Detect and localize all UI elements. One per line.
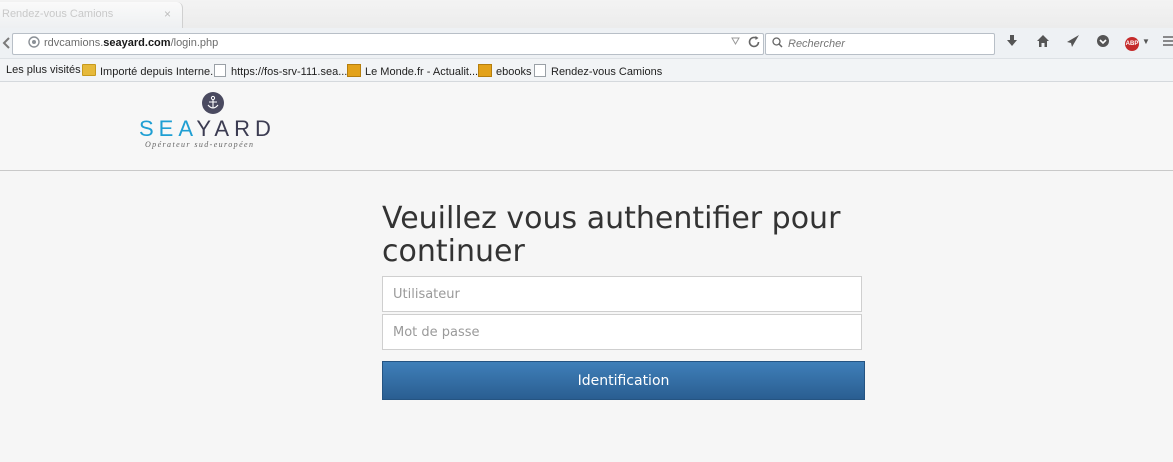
chevron-down-icon[interactable]: ▼ bbox=[1142, 37, 1150, 46]
anchor-emblem-icon bbox=[202, 92, 224, 114]
page-icon bbox=[534, 64, 546, 77]
navigation-bar: rdvcamions.seayard.com/login.php ABP ▼ bbox=[0, 28, 1173, 59]
url-domain: seayard.com bbox=[103, 37, 171, 49]
send-icon[interactable] bbox=[1066, 34, 1080, 52]
url-path: /login.php bbox=[170, 37, 219, 49]
url-history-dropdown-icon[interactable] bbox=[731, 37, 740, 48]
url-prefix: rdvcamions. bbox=[44, 37, 104, 49]
bookmark-fos-srv[interactable]: https://fos-srv-111.sea... bbox=[214, 64, 347, 79]
adblock-icon[interactable]: ABP bbox=[1125, 37, 1139, 51]
seayard-logo[interactable]: SEAYARD bbox=[139, 116, 276, 142]
url-bar[interactable]: rdvcamions.seayard.com/login.php bbox=[12, 33, 764, 55]
pocket-icon[interactable] bbox=[1096, 34, 1110, 52]
search-bar[interactable] bbox=[765, 33, 995, 55]
feed-icon bbox=[347, 64, 361, 77]
logo-sea: SEA bbox=[139, 116, 197, 141]
username-field[interactable] bbox=[382, 276, 862, 312]
search-input[interactable] bbox=[786, 35, 990, 53]
reload-icon[interactable] bbox=[748, 35, 761, 52]
bookmark-imported-folder[interactable]: Importé depuis Interne... bbox=[82, 64, 219, 79]
menu-icon[interactable] bbox=[1161, 34, 1173, 52]
site-header: SEAYARD Opérateur sud-européen bbox=[0, 82, 1173, 171]
home-icon[interactable] bbox=[1036, 34, 1050, 52]
folder-icon bbox=[82, 64, 96, 76]
bookmark-most-visited[interactable]: Les plus visités bbox=[6, 64, 81, 77]
url-text[interactable]: rdvcamions.seayard.com/login.php bbox=[44, 37, 218, 49]
tab-close-icon[interactable]: × bbox=[164, 7, 171, 21]
search-icon bbox=[772, 37, 783, 51]
page-icon bbox=[214, 64, 226, 77]
password-field[interactable] bbox=[382, 314, 862, 350]
page-content: SEAYARD Opérateur sud-européen Veuillez … bbox=[0, 82, 1173, 462]
logo-tagline: Opérateur sud-européen bbox=[145, 140, 255, 149]
bookmark-label: Importé depuis Interne... bbox=[100, 66, 220, 78]
bookmark-label: https://fos-srv-111.sea... bbox=[231, 66, 348, 78]
bookmark-label: Les plus visités bbox=[6, 64, 81, 76]
bookmark-label: Le Monde.fr - Actualit... bbox=[365, 66, 479, 78]
new-tab-button[interactable] bbox=[186, 4, 200, 22]
bookmark-ebooks[interactable]: ebooks bbox=[478, 64, 531, 79]
bookmark-rendez-vous-camions[interactable]: Rendez-vous Camions bbox=[534, 64, 662, 79]
bookmarks-bar: Les plus visités Importé depuis Interne.… bbox=[0, 59, 1173, 82]
site-info-icon[interactable] bbox=[28, 36, 40, 51]
bookmark-le-monde[interactable]: Le Monde.fr - Actualit... bbox=[347, 64, 478, 79]
tab-title: Rendez-vous Camions bbox=[2, 8, 114, 20]
logo-yard: YARD bbox=[196, 116, 276, 141]
download-icon[interactable] bbox=[1006, 34, 1018, 52]
bookmark-label: Rendez-vous Camions bbox=[551, 66, 663, 78]
login-button[interactable]: Identification bbox=[382, 361, 865, 400]
back-arrow-icon bbox=[2, 37, 10, 49]
bookmark-label: ebooks bbox=[496, 66, 532, 78]
browser-tab[interactable]: Rendez-vous Camions × bbox=[0, 2, 183, 28]
feed-icon bbox=[478, 64, 492, 77]
tab-strip: Rendez-vous Camions × bbox=[0, 0, 1173, 28]
login-title: Veuillez vous authentifier pour continue… bbox=[382, 201, 841, 269]
